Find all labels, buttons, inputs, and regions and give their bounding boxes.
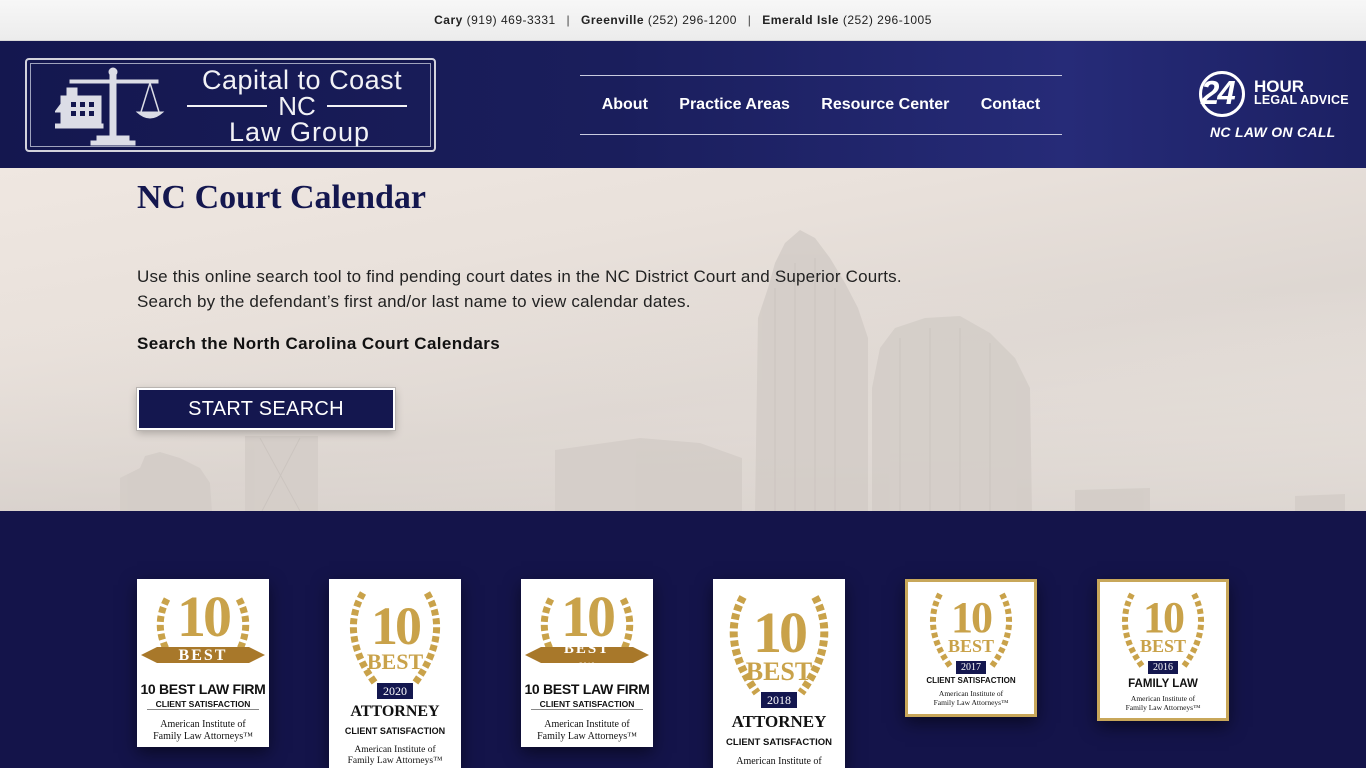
award-badge: 10 BEST 10 BEST LAW FIRM CLIENT SATISFAC… [137,579,269,747]
24-hour-legal-advice[interactable]: 24 HOUR LEGAL ADVICE NC LAW ON CALL [1199,70,1359,150]
award-badge: 10 BEST 2019 10 BEST LAW FIRM CLIENT SAT… [521,579,653,747]
site-logo[interactable]: Capital to Coast NC Law Group [25,58,436,152]
phone-cary[interactable]: Cary (919) 469-3331 [434,13,556,27]
award-badge: 10 BEST 2020 ATTORNEY CLIENT SATISFACTIO… [329,579,461,768]
search-subheading: Search the North Carolina Court Calendar… [137,334,501,353]
page-description: Use this online search tool to find pend… [137,267,902,311]
award-badge: 10 BEST 2017 CLIENT SATISFACTION America… [905,579,1037,717]
phone-greenville[interactable]: Greenville (252) 296-1200 [581,13,737,27]
nc-law-on-call: NC LAW ON CALL [1210,124,1336,140]
scales-of-justice-icon [55,67,165,146]
page-title: NC Court Calendar [137,179,426,216]
nav-resource-center[interactable]: Resource Center [821,96,949,114]
phone-emerald-isle[interactable]: Emerald Isle (252) 296-1005 [762,13,932,27]
awards-section: 10 BEST 10 BEST LAW FIRM CLIENT SATISFAC… [0,511,1366,768]
nav-practice-areas[interactable]: Practice Areas [679,96,790,114]
main-nav: About Practice Areas Resource Center Con… [580,75,1062,135]
site-header: Capital to Coast NC Law Group About Prac… [0,41,1366,168]
nav-contact[interactable]: Contact [981,96,1041,114]
hero-section: NC Court Calendar Use this online search… [0,168,1366,511]
logo-divider [327,105,407,107]
contact-bar: Cary (919) 469-3331 | Greenville (252) 2… [0,0,1366,41]
start-search-button[interactable]: START SEARCH [137,388,395,430]
award-badge: 10 BEST 2016 FAMILY LAW American Institu… [1097,579,1229,721]
nav-about[interactable]: About [602,96,648,114]
logo-line-3: Law Group [229,117,371,147]
award-badge: 10 BEST 2018 ATTORNEY CLIENT SATISFACTIO… [713,579,845,768]
